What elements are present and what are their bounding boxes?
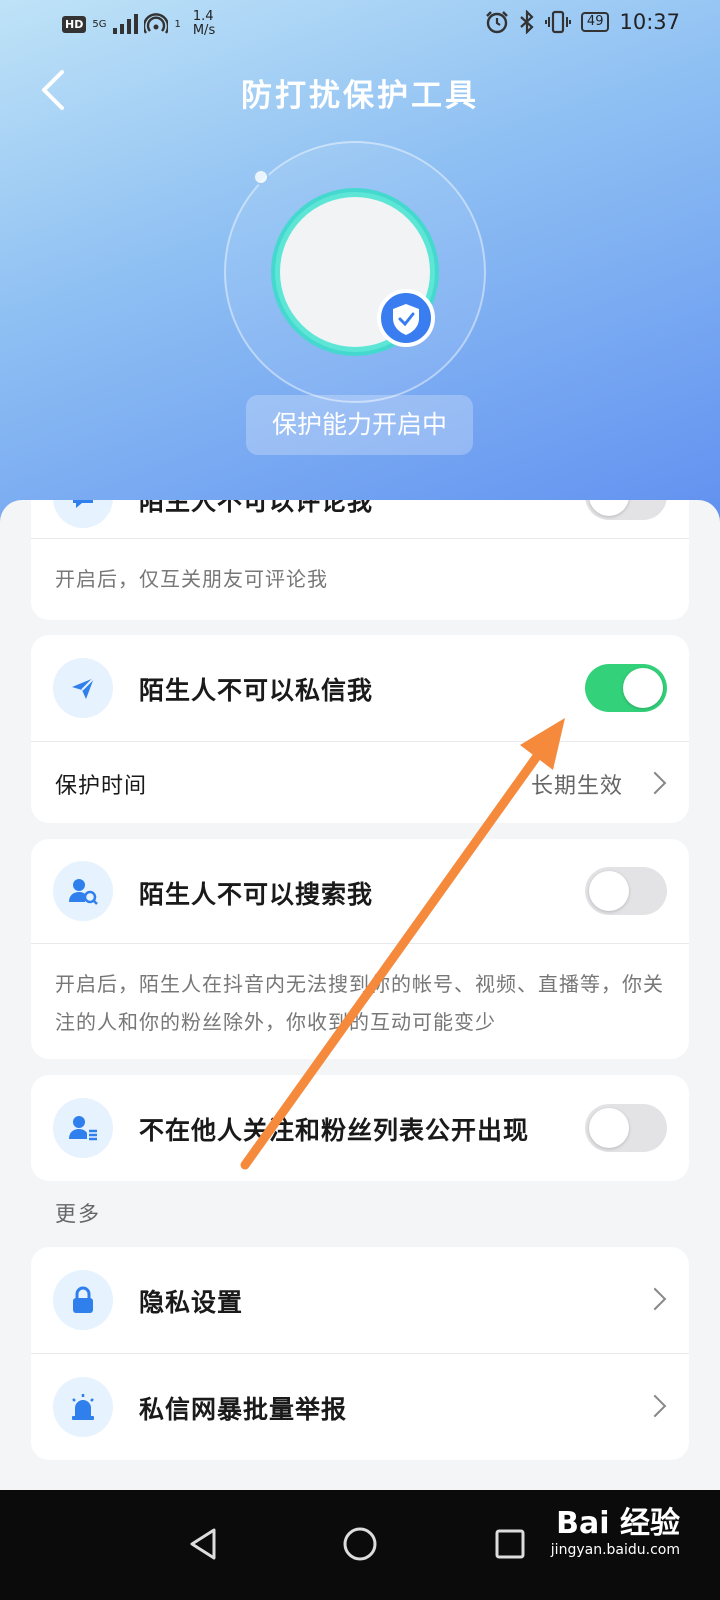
nav-home-button[interactable]	[328, 1512, 392, 1576]
row-label: 陌生人不可以搜索我	[139, 880, 374, 909]
triangle-back-icon	[190, 1528, 216, 1560]
card-no-stranger-message: 陌生人不可以私信我 保护时间 长期生效	[31, 635, 689, 823]
hide-from-lists-toggle[interactable]	[585, 1104, 667, 1152]
clock: 10:37	[619, 10, 680, 34]
row-report-harassment[interactable]: 私信网暴批量举报	[31, 1354, 689, 1460]
row-no-stranger-comment[interactable]: 陌生人不可以评论我	[31, 500, 689, 538]
row-hide-from-lists[interactable]: 不在他人关注和粉丝列表公开出现	[31, 1075, 689, 1181]
speed-indicator: 1.4 M/s	[193, 10, 215, 38]
settings-panel: 陌生人不可以评论我 开启后，仅互关朋友可评论我 陌生人不可以私信我 保护时间 长…	[0, 500, 720, 1520]
speed-value: 1.4	[192, 9, 214, 24]
row-no-stranger-message[interactable]: 陌生人不可以私信我	[31, 635, 689, 741]
hotspot-icon	[144, 13, 169, 34]
hotspot-count: 1	[174, 18, 181, 30]
alarm-clock-icon	[486, 11, 508, 34]
section-more-label: 更多	[55, 1202, 101, 1226]
row-label: 不在他人关注和粉丝列表公开出现	[139, 1116, 530, 1145]
row-label: 陌生人不可以评论我	[139, 500, 374, 516]
row-label: 陌生人不可以私信我	[139, 676, 374, 705]
card-more: 隐私设置 私信网暴批量举报	[31, 1247, 689, 1460]
card-no-stranger-comment: 陌生人不可以评论我 开启后，仅互关朋友可评论我	[31, 500, 689, 620]
protection-shield-visual	[224, 141, 486, 403]
status-bar: HD 5G 1 1.4 M/s 49 10:37	[0, 0, 720, 48]
divider	[31, 943, 689, 944]
protection-status-badge: 保护能力开启中	[246, 395, 473, 455]
hd-indicator: HD	[62, 15, 87, 33]
lock-icon	[53, 1270, 113, 1330]
system-nav-bar: Bai 经验 jingyan.baidu.com	[0, 1490, 720, 1600]
nav-recents-button[interactable]	[478, 1512, 542, 1576]
row-protection-time[interactable]: 保护时间 长期生效	[31, 742, 689, 823]
square-recents-icon	[495, 1529, 525, 1559]
vibrate-icon	[544, 10, 571, 34]
chevron-right-icon	[643, 1287, 667, 1311]
alarm-icon	[53, 1377, 113, 1437]
search-description: 开启后，陌生人在抖音内无法搜到你的帐号、视频、直播等，你关注的人和你的粉丝除外，…	[55, 972, 664, 1034]
protection-time-value: 长期生效	[530, 774, 623, 799]
row-privacy-settings[interactable]: 隐私设置	[31, 1247, 689, 1353]
circle-home-icon	[343, 1527, 377, 1561]
bluetooth-icon	[520, 10, 534, 34]
chevron-right-icon	[643, 1394, 667, 1418]
status-right: 49 10:37	[485, 10, 680, 34]
page-title: 防打扰保护工具	[241, 78, 479, 114]
row-no-stranger-search[interactable]: 陌生人不可以搜索我	[31, 839, 689, 943]
card-no-stranger-search: 陌生人不可以搜索我 开启后，陌生人在抖音内无法搜到你的帐号、视频、直播等，你关注…	[31, 839, 689, 1059]
divider	[31, 538, 689, 539]
watermark-brand: Bai 经验	[556, 1506, 680, 1541]
status-left: HD 5G 1 1.4 M/s	[62, 10, 215, 38]
message-toggle[interactable]	[585, 664, 667, 712]
nav-back-button[interactable]	[172, 1512, 236, 1576]
comment-description: 开启后，仅互关朋友可评论我	[55, 567, 328, 591]
user-search-icon	[53, 861, 113, 921]
battery-level: 49	[580, 12, 610, 32]
comment-toggle[interactable]	[585, 500, 667, 520]
speed-unit: M/s	[192, 23, 216, 38]
protection-time-label: 保护时间	[55, 774, 148, 799]
signal-icon	[113, 14, 139, 34]
chevron-right-icon	[643, 771, 667, 795]
shield-badge-icon	[377, 289, 435, 347]
card-hide-from-lists: 不在他人关注和粉丝列表公开出现	[31, 1075, 689, 1181]
row-label: 隐私设置	[139, 1288, 244, 1317]
watermark-url: jingyan.baidu.com	[550, 1542, 680, 1558]
comment-icon	[53, 500, 113, 528]
network-5g-label: 5G	[92, 18, 107, 30]
send-message-icon	[53, 658, 113, 718]
user-list-icon	[53, 1098, 113, 1158]
row-label: 私信网暴批量举报	[139, 1395, 348, 1424]
search-toggle[interactable]	[585, 867, 667, 915]
